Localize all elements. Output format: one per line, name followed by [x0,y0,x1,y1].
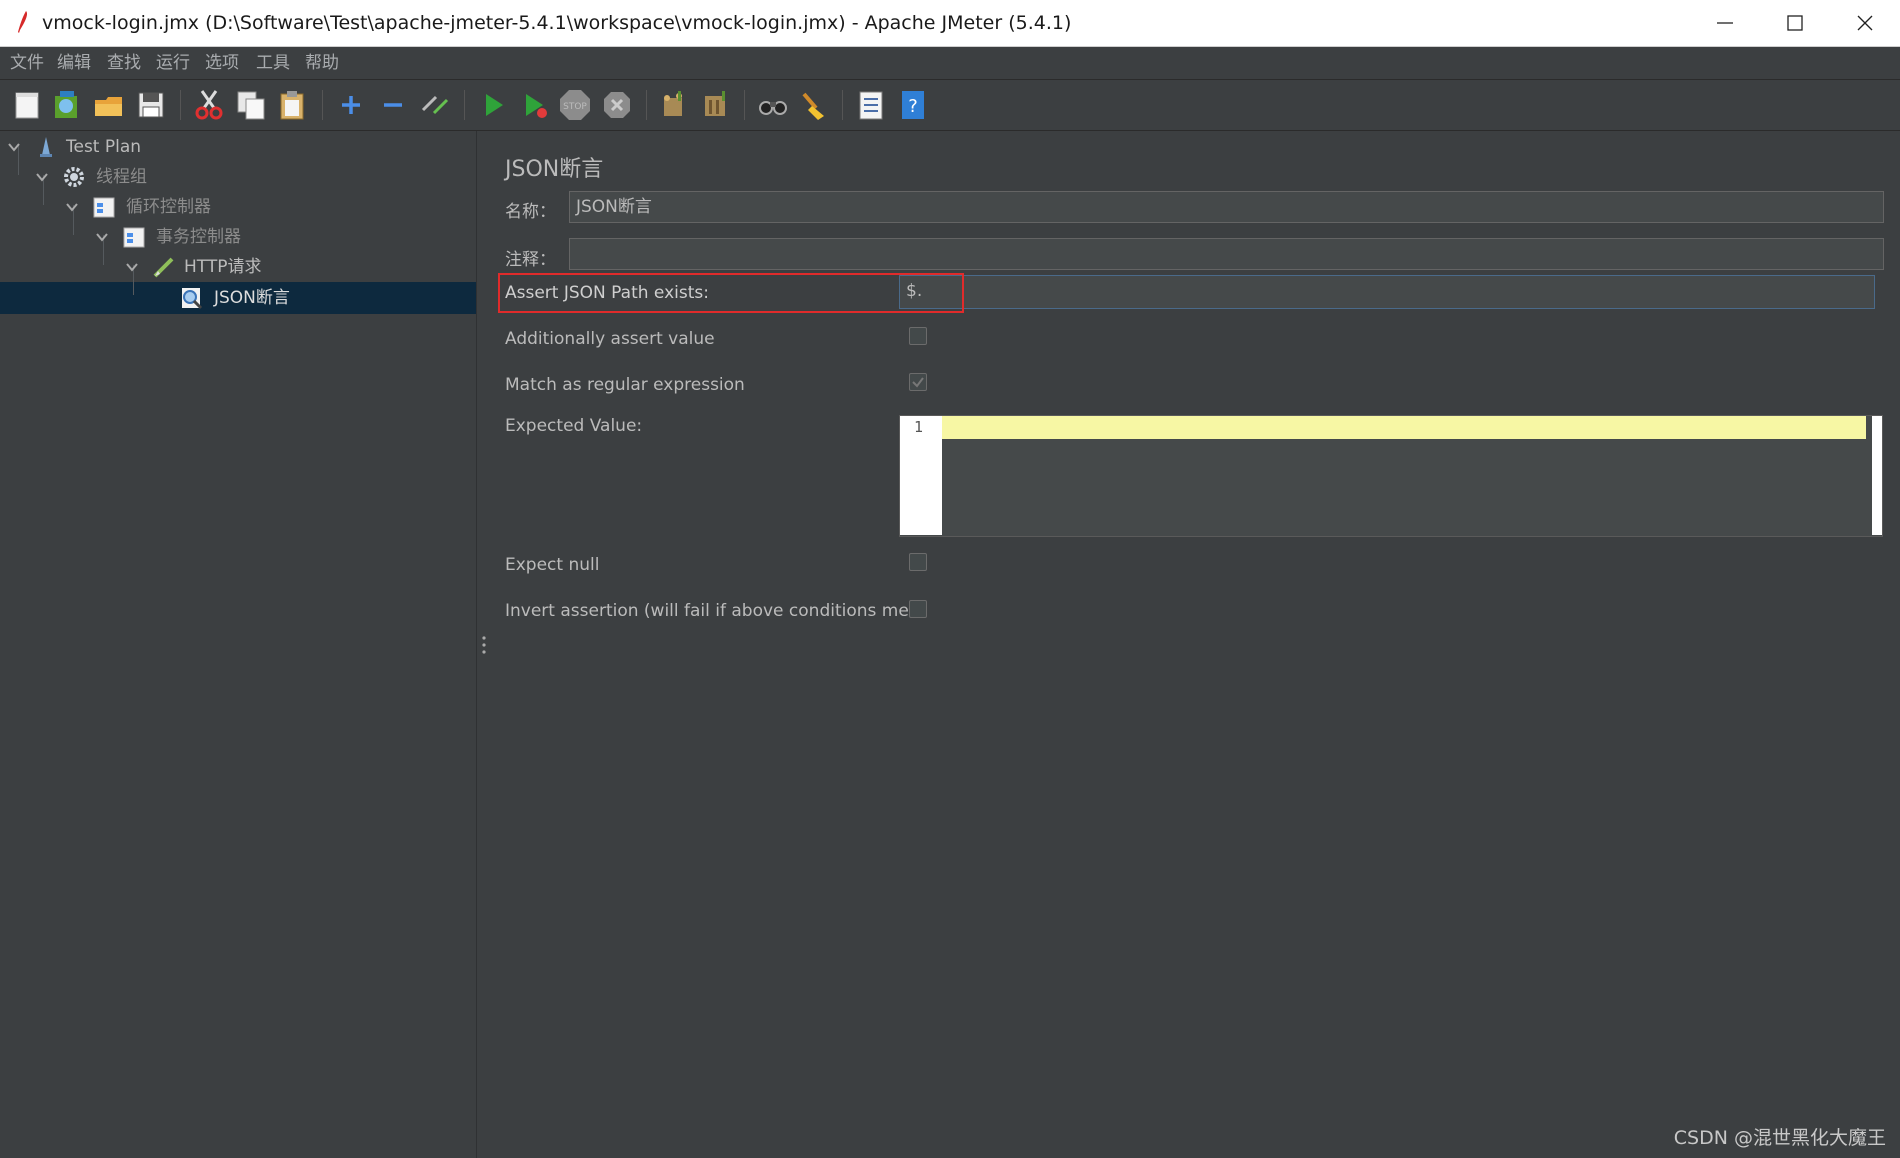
json-assertion-icon [182,288,203,310]
help-icon[interactable]: ? [896,88,930,122]
expected-value-editor[interactable]: 1 [899,415,1883,537]
tree-node-thread-group[interactable]: 线程组 [0,163,476,191]
minimize-icon [1717,22,1733,24]
editor-edge [1872,416,1882,535]
tree-node-test-plan[interactable]: Test Plan [0,133,476,161]
invert-assertion-checkbox[interactable] [909,600,927,618]
comment-field[interactable] [569,238,1884,270]
json-path-field[interactable]: $. [899,275,1875,309]
maximize-button[interactable] [1760,0,1830,46]
start-no-pause-icon[interactable] [518,88,552,122]
clear-icon[interactable] [656,88,690,122]
split-pane-divider[interactable] [476,131,492,1158]
stop-icon[interactable]: STOP [558,88,592,122]
menu-options[interactable]: 选项 [205,47,239,79]
tree-node-http-request[interactable]: HTTP请求 [0,253,476,281]
menu-run[interactable]: 运行 [156,47,190,79]
window-title: vmock-login.jmx (D:\Software\Test\apache… [42,12,1072,34]
thread-group-icon [64,167,84,187]
search-icon[interactable] [756,88,790,122]
title-bar: vmock-login.jmx (D:\Software\Test\apache… [0,0,1900,47]
toolbar: STOP ? [0,80,1900,130]
reset-search-icon[interactable] [796,88,830,122]
test-plan-icon [40,137,52,157]
expected-value-label: Expected Value: [505,416,643,436]
menu-tools[interactable]: 工具 [256,47,290,79]
expect-null-label: Expect null [505,555,600,575]
new-icon[interactable] [10,88,44,122]
tree-node-label: JSON断言 [214,288,290,308]
tree-node-json-assertion[interactable]: JSON断言 [0,284,476,312]
http-sampler-icon [153,257,174,278]
additionally-assert-checkbox[interactable] [909,327,927,345]
svg-text:STOP: STOP [563,102,587,112]
json-assertion-panel: JSON断言 名称： JSON断言 注释： Assert JSON Path e… [491,131,1900,1158]
tree-node-transaction-controller[interactable]: 事务控制器 [0,223,476,251]
page-title: JSON断言 [505,157,604,182]
checkmark-icon [912,377,924,388]
chevron-down-icon[interactable] [94,229,110,245]
loop-controller-icon [93,197,115,218]
line-number: 1 [914,418,924,436]
name-label: 名称： [505,202,556,222]
toolbar-separator [180,90,181,120]
toolbar-separator [464,90,465,120]
copy-icon[interactable] [234,88,268,122]
close-icon [1857,15,1873,31]
highlight-box [498,273,964,313]
tree-node-loop-controller[interactable]: 循环控制器 [0,193,476,221]
drag-handle-icon [482,636,486,654]
menu-help[interactable]: 帮助 [305,47,339,79]
tree-node-label: 线程组 [96,167,147,187]
cut-icon[interactable] [192,88,226,122]
toolbar-separator [744,90,745,120]
open-icon[interactable] [92,88,126,122]
tree-node-label: 事务控制器 [156,227,241,247]
chevron-down-icon[interactable] [6,139,22,155]
maximize-icon [1787,15,1803,31]
jmeter-feather-icon [18,11,28,33]
function-helper-icon[interactable] [854,88,888,122]
toolbar-separator [842,90,843,120]
regex-checkbox[interactable] [909,373,927,391]
svg-text:?: ? [908,96,918,117]
collapse-icon[interactable] [376,88,410,122]
toolbar-separator [322,90,323,120]
name-field[interactable]: JSON断言 [569,191,1884,223]
line-number-gutter: 1 [900,416,942,535]
chevron-down-icon[interactable] [124,259,140,275]
menu-search[interactable]: 查找 [107,47,141,79]
save-icon[interactable] [134,88,168,122]
menu-file[interactable]: 文件 [10,47,44,79]
templates-icon[interactable] [50,88,84,122]
paste-icon[interactable] [276,88,310,122]
expand-icon[interactable] [334,88,368,122]
expect-null-checkbox[interactable] [909,553,927,571]
additionally-assert-label: Additionally assert value [505,329,715,349]
start-icon[interactable] [476,88,510,122]
menu-bar: 文件 编辑 查找 运行 选项 工具 帮助 [0,47,1900,79]
comment-label: 注释： [505,250,556,270]
toggle-icon[interactable] [418,88,452,122]
watermark: CSDN @混世黑化大魔王 [1673,1127,1886,1149]
toolbar-separator [646,90,647,120]
minimize-button[interactable] [1690,0,1760,46]
regex-label: Match as regular expression [505,375,745,395]
shutdown-icon[interactable] [600,88,634,122]
test-plan-tree: Test Plan 线程组 循环控制器 事务控制器 HTTP请求 JSON断言 [0,131,476,1158]
close-button[interactable] [1830,0,1900,46]
clear-all-icon[interactable] [698,88,732,122]
tree-node-label: HTTP请求 [184,257,262,277]
chevron-down-icon[interactable] [34,169,50,185]
tree-node-label: 循环控制器 [126,197,211,217]
transaction-controller-icon [123,227,145,248]
chevron-down-icon[interactable] [64,199,80,215]
current-line-highlight [942,416,1866,439]
menu-edit[interactable]: 编辑 [57,47,91,79]
tree-node-label: Test Plan [66,137,142,157]
invert-assertion-label: Invert assertion (will fail if above con… [505,601,923,621]
